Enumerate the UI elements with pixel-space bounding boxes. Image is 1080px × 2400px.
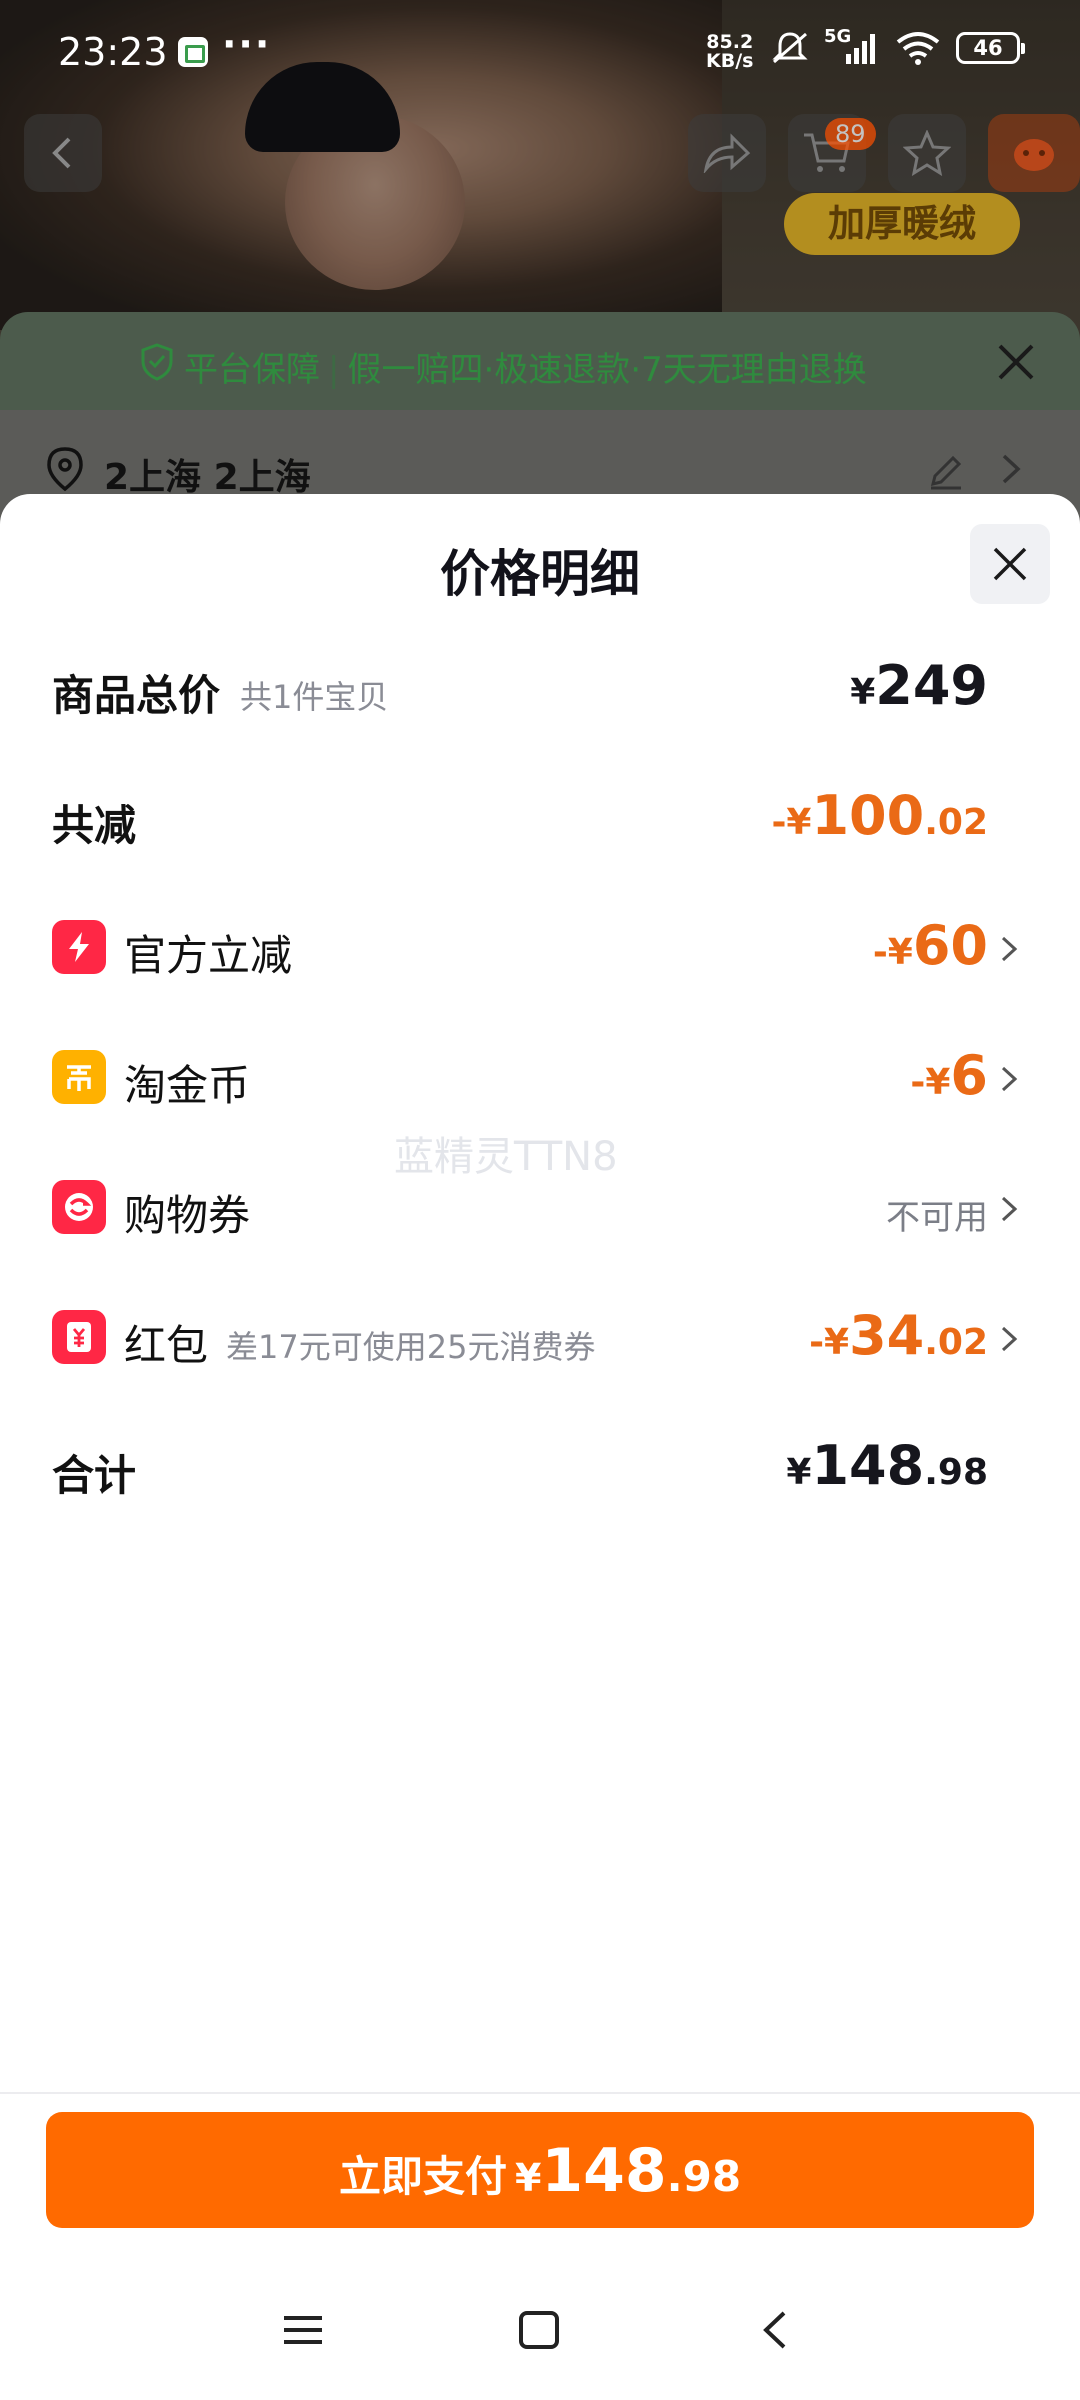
product-top-nav: 89	[0, 100, 1080, 210]
guarantee-title: 平台保障	[184, 350, 320, 390]
reduction-amount: -¥100.02	[771, 784, 988, 847]
currency-symbol: -¥	[910, 1062, 951, 1103]
lightning-icon	[52, 920, 106, 974]
currency-symbol: ¥	[786, 1452, 812, 1493]
total-label: 合计	[52, 1451, 137, 1500]
subtotal-label: 商品总价	[52, 671, 221, 720]
red-packet-row[interactable]: 红包 差17元可使用25元消费券 -¥34.02	[0, 1286, 1080, 1386]
mute-icon	[772, 32, 808, 64]
status-time: 23:23	[58, 30, 168, 74]
pay-amount-decimal: .98	[666, 2152, 742, 2201]
status-bar: 23:23 ··· 85.2 KB/s 5G 46	[0, 0, 1080, 100]
more-button[interactable]	[988, 114, 1080, 192]
mascot-icon	[1014, 139, 1054, 171]
voucher-icon	[52, 1180, 106, 1234]
pay-now-button[interactable]: 立即支付 ¥ 148 .98	[46, 2112, 1034, 2228]
pay-amount-integer: 148	[541, 2136, 667, 2206]
sheet-title: 价格明细	[440, 545, 640, 603]
cart-count-badge: 89	[825, 118, 876, 150]
address-text: 2上海 2上海	[104, 457, 311, 498]
footer-divider	[0, 2092, 1080, 2094]
wifi-icon	[896, 32, 940, 65]
system-navigation-bar	[0, 2290, 1080, 2380]
guarantee-text: 平台保障 | 假一赔四·极速退款·7天无理由退换	[184, 342, 867, 391]
chevron-right-icon	[1001, 1326, 1018, 1352]
item-count: 共1件宝贝	[240, 678, 389, 716]
currency-symbol: -¥	[872, 932, 913, 973]
watermark: 蓝精灵TTN8	[394, 1134, 618, 1180]
battery-icon: 46	[956, 32, 1025, 64]
total-row: 合计 ¥148.98	[0, 1416, 1080, 1516]
amount-decimal: .02	[924, 802, 988, 843]
chevron-right-icon	[1002, 454, 1021, 484]
subtotal-amount: ¥249	[850, 654, 988, 717]
coins-row[interactable]: 淘金币 -¥6	[0, 1026, 1080, 1126]
status-icons: 5G 46	[770, 26, 1025, 66]
currency-symbol: ¥	[850, 672, 876, 713]
chevron-right-icon	[1001, 936, 1018, 962]
currency-symbol: ¥	[514, 2156, 542, 2200]
guarantee-separator: |	[328, 350, 340, 390]
cellular-signal-icon: 5G	[824, 26, 880, 66]
red-packet-amount: -¥34.02	[809, 1304, 988, 1367]
chevron-left-icon	[52, 137, 71, 169]
edit-icon[interactable]	[925, 452, 965, 492]
share-button[interactable]	[688, 114, 766, 192]
location-pin-icon	[47, 447, 83, 492]
currency-symbol: -¥	[809, 1322, 850, 1363]
star-icon	[903, 130, 951, 176]
red-packet-label: 红包	[124, 1321, 209, 1370]
amount-decimal: .98	[924, 1452, 988, 1493]
coins-amount: -¥6	[910, 1044, 988, 1107]
amount-decimal: .02	[924, 1322, 988, 1363]
pay-button-label: 立即支付	[338, 2152, 507, 2201]
guarantee-items: 假一赔四·极速退款·7天无理由退换	[347, 350, 867, 390]
more-notifications-icon: ···	[222, 22, 272, 66]
subtotal-row: 商品总价 共1件宝贝 ¥249	[0, 636, 1080, 736]
official-discount-label: 官方立减	[124, 931, 293, 980]
favorite-button[interactable]	[888, 114, 966, 192]
chevron-right-icon	[1001, 1196, 1018, 1222]
currency-symbol: -¥	[771, 802, 812, 843]
net-speed-unit: KB/s	[706, 50, 754, 72]
back-icon[interactable]	[758, 2310, 792, 2350]
official-discount-amount: -¥60	[873, 914, 988, 977]
total-amount: ¥148.98	[786, 1434, 988, 1497]
amount-integer: 100	[811, 784, 925, 847]
app-notification-icon	[178, 37, 208, 67]
amount-integer: 60	[912, 914, 988, 977]
back-button[interactable]	[24, 114, 102, 192]
red-packet-icon	[52, 1310, 106, 1364]
menu-icon[interactable]	[282, 2310, 324, 2350]
voucher-status: 不可用	[886, 1198, 988, 1238]
amount-integer: 249	[875, 654, 988, 717]
coins-label: 淘金币	[124, 1061, 251, 1110]
reduction-row: 共减 -¥100.02	[0, 766, 1080, 866]
official-discount-row[interactable]: 官方立减 -¥60	[0, 896, 1080, 996]
amount-integer: 34	[849, 1304, 925, 1367]
coin-icon	[52, 1050, 106, 1104]
shield-icon	[141, 343, 173, 381]
close-icon	[993, 547, 1027, 581]
sheet-close-button[interactable]	[970, 524, 1050, 604]
red-packet-hint: 差17元可使用25元消费券	[226, 1328, 596, 1366]
close-icon[interactable]	[996, 342, 1036, 382]
voucher-label: 购物券	[124, 1191, 251, 1240]
home-icon[interactable]	[518, 2310, 560, 2350]
amount-integer: 148	[811, 1434, 925, 1497]
network-speed: 85.2 KB/s	[706, 33, 753, 71]
amount-integer: 6	[950, 1044, 988, 1107]
reduction-label: 共减	[52, 801, 137, 850]
chevron-right-icon	[1001, 1066, 1018, 1092]
share-icon	[703, 133, 751, 173]
guarantee-banner: 平台保障 | 假一赔四·极速退款·7天无理由退换	[0, 312, 1080, 410]
